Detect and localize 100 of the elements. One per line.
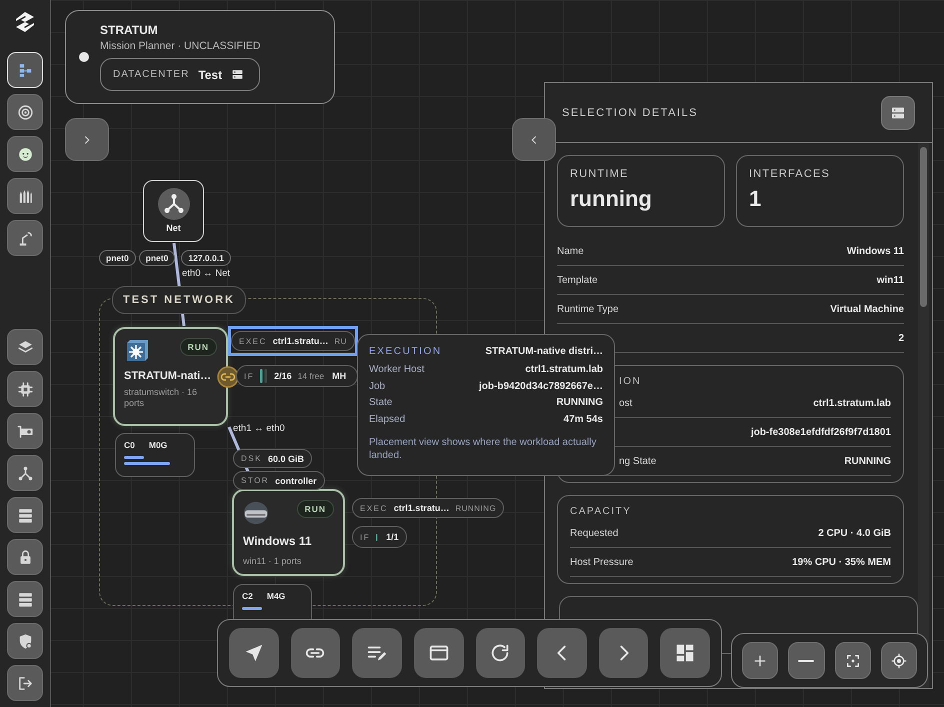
refresh-button[interactable] xyxy=(476,628,526,678)
field-value: 2 xyxy=(898,332,904,344)
stat-label: INTERFACES xyxy=(749,168,832,180)
slot-bars-icon xyxy=(376,534,380,540)
logout-button[interactable] xyxy=(7,665,43,701)
dashboard-button[interactable] xyxy=(660,628,710,678)
fit-screen-button[interactable] xyxy=(834,642,871,679)
server-button[interactable] xyxy=(7,581,43,617)
stat-label: RUNTIME xyxy=(570,168,630,180)
chip-icon xyxy=(16,380,34,398)
locate-icon xyxy=(890,652,907,668)
layers-button[interactable] xyxy=(7,329,43,365)
link-icon xyxy=(217,366,239,388)
field-label: Template xyxy=(557,274,598,286)
target-button[interactable] xyxy=(7,94,43,130)
server-icon xyxy=(231,68,244,81)
slot-bars-icon xyxy=(260,369,268,383)
shield-button[interactable] xyxy=(7,623,43,659)
server-icon xyxy=(16,506,34,524)
bullets-button[interactable] xyxy=(7,178,43,214)
tooltip-subject: STRATUM-native distri… xyxy=(485,346,603,357)
field-value: win11 xyxy=(876,274,904,286)
field-label: Runtime Type xyxy=(557,304,619,314)
status-dot xyxy=(79,52,89,62)
field-label: ost xyxy=(619,398,632,408)
server-icon xyxy=(16,590,34,608)
panel-title: SELECTION DETAILS xyxy=(562,106,698,118)
network-node[interactable]: Net xyxy=(143,180,204,242)
minus-button[interactable] xyxy=(788,642,824,679)
field-label: Name xyxy=(557,246,584,256)
fit-screen-icon xyxy=(844,652,861,668)
storage-pill: DSK 60.0 GiB xyxy=(233,449,312,468)
usage-bars-icon xyxy=(242,607,262,610)
field-value: Virtual Machine xyxy=(830,304,904,314)
node-card[interactable]: RUN Windows 11 win11 · 1 ports xyxy=(232,489,345,576)
tooltip-label: State xyxy=(369,396,392,410)
execution-pill[interactable]: EXEC ctrl1.stratu… RU xyxy=(231,331,355,351)
field-label: ng State xyxy=(619,456,656,466)
field-value: Windows 11 xyxy=(846,246,904,256)
link-button[interactable] xyxy=(290,628,340,678)
network-icon xyxy=(16,464,34,482)
chip-button[interactable] xyxy=(7,371,43,407)
stat-value: 1 xyxy=(749,186,762,212)
field-value: 19% CPU · 35% MEM xyxy=(792,556,891,568)
link-label: eth1 ↔ eth0 xyxy=(233,423,285,434)
interface-count-pill: IF 2/16 14 free MH xyxy=(236,365,358,387)
server-button[interactable] xyxy=(7,497,43,533)
collapse-button[interactable] xyxy=(512,118,556,161)
link-label: eth0 ↔ Net xyxy=(182,268,230,279)
resource-card: C0 M0G xyxy=(115,433,195,477)
smiley-button[interactable] xyxy=(7,136,43,172)
field-label: Host Pressure xyxy=(570,556,634,568)
tooltip-value: 47m 54s xyxy=(564,412,603,426)
node-meta: win11 · 1 ports xyxy=(243,556,302,568)
app-subtitle: Mission Planner · UNCLASSIFIED xyxy=(100,40,260,52)
server-button[interactable] xyxy=(881,96,915,130)
node-name: Windows 11 xyxy=(243,534,313,548)
app-title: STRATUM xyxy=(100,23,159,37)
robot-arm-button[interactable] xyxy=(7,220,43,256)
tooltip-label: Job xyxy=(369,380,386,394)
tooltip-value: RUNNING xyxy=(556,396,603,410)
flowchart-button[interactable] xyxy=(7,52,43,88)
scrollbar[interactable] xyxy=(918,143,929,688)
interface-count-pill: IF 1/1 xyxy=(352,526,407,548)
locate-button[interactable] xyxy=(880,642,917,679)
node-card[interactable]: RUN STRATUM-nati… stratumswitch · 16 ports xyxy=(113,327,228,426)
expand-button[interactable] xyxy=(65,118,109,161)
tooltip-title: EXECUTION xyxy=(369,346,442,357)
graphics-card-button[interactable] xyxy=(7,413,43,449)
disc-icon xyxy=(243,500,269,526)
field-value: RUNNING xyxy=(844,456,891,466)
usage-bars-icon xyxy=(124,456,170,465)
section-title: CAPACITY xyxy=(570,506,632,517)
switch-icon xyxy=(124,338,150,364)
tooltip-value: ctrl1.stratum.lab xyxy=(525,363,603,377)
interface-pill: pnet0 xyxy=(138,250,176,266)
tooltip-note: Placement view shows where the workload actually landed. xyxy=(369,436,598,462)
storage-pill: STOR controller xyxy=(233,471,325,490)
dashboard-icon xyxy=(674,642,696,664)
node-name: STRATUM-nati… xyxy=(124,370,212,382)
logout-icon xyxy=(16,674,34,692)
tooltip-value: job-b9420d34c7892667e… xyxy=(479,380,603,394)
lock-button[interactable] xyxy=(7,539,43,575)
plus-button[interactable] xyxy=(742,642,778,679)
interface-pill: 127.0.0.1 xyxy=(181,250,231,266)
edit-list-button[interactable] xyxy=(352,628,402,678)
network-group-label: TEST NETWORK xyxy=(112,286,246,314)
datacenter-selector[interactable]: DATACENTER Test xyxy=(100,58,260,91)
window-button[interactable] xyxy=(414,628,464,678)
node-meta: stratumswitch · 16 ports xyxy=(124,387,198,410)
status-badge: RUN xyxy=(180,338,217,356)
stat-value: running xyxy=(570,186,653,212)
network-button[interactable] xyxy=(7,455,43,491)
field-value: ctrl1.stratum.lab xyxy=(813,398,891,408)
refresh-icon xyxy=(489,642,512,664)
execution-pill[interactable]: EXEC ctrl1.stratu… RUNNING xyxy=(352,498,504,518)
minus-icon xyxy=(798,658,814,662)
field-value: job-fe308e1efdfdf26f9f7d1801 xyxy=(750,426,891,438)
navigation-arrow-button[interactable] xyxy=(229,628,279,678)
interface-pill: pnet0 xyxy=(99,250,136,266)
